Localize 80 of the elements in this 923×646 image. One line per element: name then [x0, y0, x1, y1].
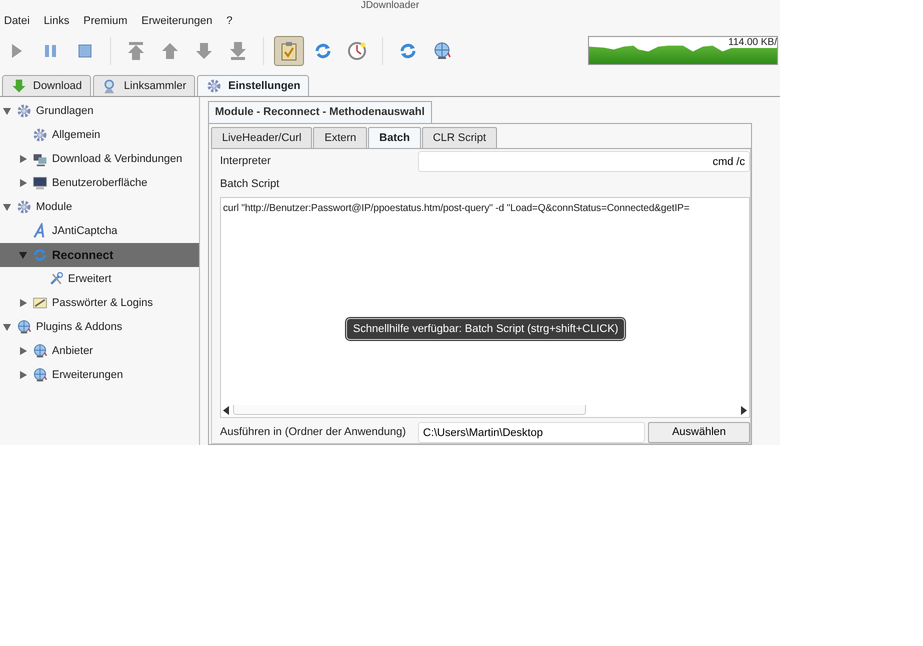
network-computers-icon: [32, 151, 48, 167]
globe-icon: [32, 367, 48, 383]
menu-item[interactable]: Datei: [4, 13, 30, 30]
field-label: Interpreter: [220, 154, 272, 170]
scrollbar-thumb[interactable]: [233, 405, 586, 415]
up-arrow-icon: [160, 40, 180, 60]
tree-item[interactable]: Erweiterungen: [0, 363, 199, 387]
clipboard-check-button[interactable]: [274, 36, 304, 66]
field-label: Batch Script: [220, 177, 280, 192]
tree-label: Reconnect: [52, 247, 114, 264]
globe-icon: [16, 319, 32, 335]
tree-label: Passwörter & Logins: [52, 296, 153, 311]
expand-triangle-icon[interactable]: [19, 371, 27, 379]
tree-item[interactable]: Allgemein: [0, 123, 199, 147]
speed-reading: 114.00 KB/: [728, 37, 777, 48]
tree-label: Erweiterungen: [52, 368, 123, 383]
globe-icon: [432, 40, 452, 60]
tree-item[interactable]: Grundlagen: [0, 99, 199, 123]
tree-item[interactable]: Download & Verbindungen: [0, 147, 199, 171]
expand-triangle-icon[interactable]: [19, 155, 27, 163]
tab[interactable]: Batch: [368, 126, 421, 148]
download-arrow-icon: [11, 78, 27, 94]
tree-item[interactable]: Reconnect: [0, 243, 199, 267]
tree-label: Download & Verbindungen: [52, 152, 182, 167]
tree-label: Benutzeroberfläche: [52, 176, 148, 191]
expand-triangle-icon[interactable]: [19, 179, 27, 187]
arrow-to-top-icon: [126, 40, 146, 60]
tree-label: JAntiCaptcha: [52, 224, 118, 239]
tree-label: Module: [36, 200, 72, 215]
tab[interactable]: Extern: [313, 126, 368, 148]
menu-item[interactable]: Erweiterungen: [141, 13, 212, 30]
menu-item[interactable]: Premium: [83, 13, 128, 30]
gear-icon: [16, 103, 32, 119]
tree-label: Anbieter: [52, 344, 93, 359]
tree-item[interactable]: Anbieter: [0, 339, 199, 363]
input-field[interactable]: cmd /c: [418, 151, 750, 172]
tab[interactable]: Linksammler: [92, 74, 196, 96]
tree-label: Allgemein: [52, 128, 100, 143]
tree-label: Erweitert: [68, 272, 112, 287]
tab[interactable]: Einstellungen: [197, 74, 310, 96]
tree-label: Grundlagen: [36, 104, 94, 119]
collapse-triangle-icon[interactable]: [3, 203, 11, 211]
panel-title-tab[interactable]: Module - Reconnect - Methodenauswahl: [208, 101, 432, 122]
tree-item[interactable]: Passwörter & Logins: [0, 291, 199, 315]
tooltip: Schnellhilfe verfügbar: Batch Script (strg+shift+CLICK): [346, 318, 626, 340]
tab[interactable]: LiveHeader/Curl: [211, 126, 312, 148]
tree-label: Plugins & Addons: [36, 320, 122, 335]
expand-triangle-icon[interactable]: [19, 299, 27, 307]
browse-button[interactable]: Auswählen: [648, 422, 750, 443]
clipboard-check-icon: [279, 40, 299, 60]
collapse-triangle-icon[interactable]: [19, 251, 27, 259]
tab[interactable]: CLR Script: [422, 126, 498, 148]
tree-item[interactable]: Erweitert: [0, 267, 199, 291]
input-field[interactable]: C:\Users\Martin\Desktop: [418, 422, 645, 443]
menu-item[interactable]: Links: [44, 13, 70, 30]
tree-item[interactable]: JAntiCaptcha: [0, 219, 199, 243]
scroll-right-icon[interactable]: [741, 406, 747, 414]
tree-item[interactable]: Plugins & Addons: [0, 315, 199, 339]
field-label: Ausführen in (Ordner der Anwendung): [220, 425, 407, 440]
clock-icon: [347, 40, 367, 60]
collapse-triangle-icon[interactable]: [3, 107, 11, 115]
notepad-pen-icon: [32, 295, 48, 311]
tools-icon: [48, 271, 64, 287]
tree-item[interactable]: Module: [0, 195, 199, 219]
monitor-icon: [32, 175, 48, 191]
gear-icon: [32, 127, 48, 143]
down-arrow-icon: [194, 40, 214, 60]
tab[interactable]: Download: [2, 74, 91, 96]
menu-item[interactable]: ?: [226, 13, 232, 30]
collapse-triangle-icon[interactable]: [3, 323, 11, 331]
script-text-area[interactable]: curl "http://Benutzer:Passwort@IP/ppoestatus.htm/post-query" -d "Load=Q&connStatus=Connected&getIP= Schnellhilfe verfügbar: Batch Script (strg+shift+CLICK): [220, 196, 750, 418]
expand-triangle-icon[interactable]: [19, 347, 27, 355]
tree-item[interactable]: Benutzeroberfläche: [0, 171, 199, 195]
window-title: JDownloader: [360, 0, 420, 11]
gear-icon: [206, 78, 222, 94]
scroll-left-icon[interactable]: [223, 406, 229, 414]
gear-icon: [16, 199, 32, 215]
globe-icon: [32, 343, 48, 359]
reconnect-icon: [32, 247, 48, 263]
arrow-to-bottom-icon: [228, 40, 248, 60]
